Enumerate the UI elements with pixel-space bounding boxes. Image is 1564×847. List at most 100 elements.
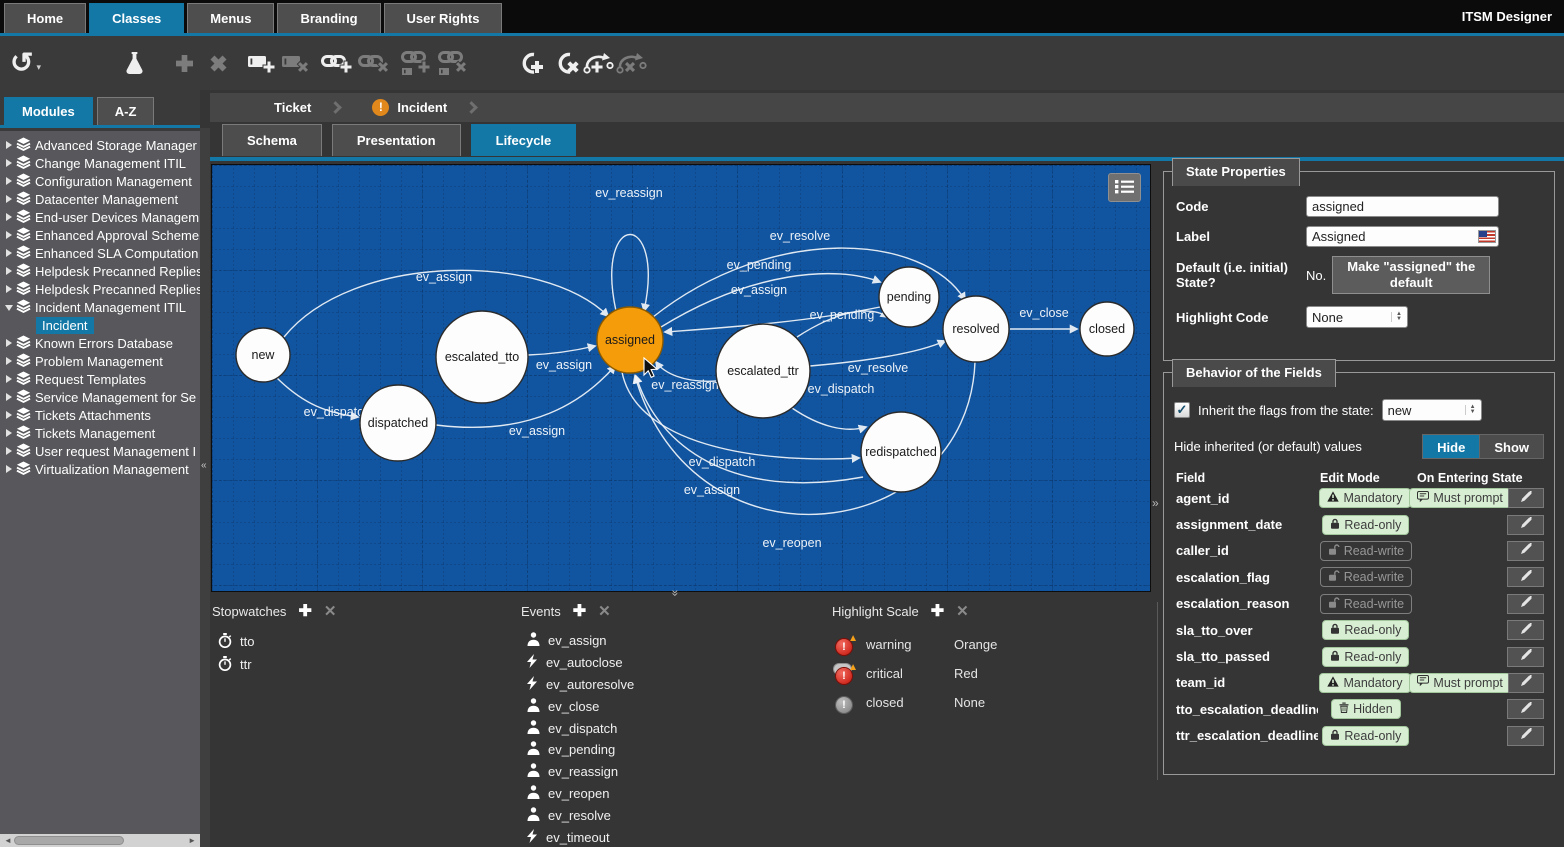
event-item-ev_resolve[interactable]: ev_resolve [521, 804, 811, 826]
expander-icon[interactable] [6, 393, 12, 401]
event-item-ev_assign[interactable]: ev_assign [521, 630, 811, 652]
sidebar-splitter[interactable]: « [200, 128, 210, 847]
transition-label[interactable]: ev_assign [536, 358, 592, 372]
delete-state-button[interactable] [551, 45, 581, 81]
nav-tab-menus[interactable]: Menus [187, 3, 274, 33]
expander-icon[interactable] [6, 429, 12, 437]
sidebar-item-enhanced-sla-computation[interactable]: Enhanced SLA Computation [0, 244, 200, 262]
event-item-ev_dispatch[interactable]: ev_dispatch [521, 717, 811, 739]
add-field-button[interactable] [247, 45, 277, 81]
test-flask-button[interactable] [119, 45, 149, 81]
expander-icon[interactable] [6, 465, 12, 473]
expander-icon[interactable] [6, 249, 12, 257]
add-stopwatch-icon[interactable]: ✚ [298, 605, 311, 619]
breadcrumb-item-ticket[interactable]: Ticket [260, 100, 325, 115]
lifecycle-canvas[interactable]: ev_reassignev_assignev_dispatchev_assign… [211, 164, 1151, 592]
expander-icon[interactable] [6, 357, 12, 365]
highlight-item-warning[interactable]: !▲warningOrange [832, 630, 1147, 659]
expander-icon[interactable] [6, 231, 12, 239]
nav-tab-classes[interactable]: Classes [89, 3, 184, 33]
edit-field-button[interactable] [1508, 673, 1544, 693]
sidebar-item-helpdesk-precanned-replies[interactable]: Helpdesk Precanned Replies [0, 280, 200, 298]
add-transition-button[interactable] [583, 45, 614, 81]
sidebar-item-incident-management-itil[interactable]: Incident Management ITIL [0, 298, 200, 316]
edit-field-button[interactable] [1507, 699, 1544, 719]
sidebar-item-advanced-storage-manager[interactable]: Advanced Storage Manager [0, 136, 200, 154]
event-item-ev_reassign[interactable]: ev_reassign [521, 761, 811, 783]
sidebar-item-configuration-management[interactable]: Configuration Management [0, 172, 200, 190]
edit-field-button[interactable] [1507, 726, 1544, 746]
expander-icon[interactable] [6, 159, 12, 167]
tab-lifecycle[interactable]: Lifecycle [471, 124, 577, 156]
sidebar-item-user-request-management-i[interactable]: User request Management I [0, 442, 200, 460]
sidebar-item-helpdesk-precanned-replies[interactable]: Helpdesk Precanned Replies [0, 262, 200, 280]
delete-field-button[interactable] [281, 45, 311, 81]
highlight-code-select[interactable]: None ▲▼ [1306, 306, 1408, 328]
delete-event-icon[interactable]: ✕ [598, 605, 611, 619]
scroll-right-icon[interactable]: ► [188, 834, 196, 847]
expander-icon[interactable] [6, 447, 12, 455]
add-state-button[interactable] [515, 45, 545, 81]
sidebar-item-change-management-itil[interactable]: Change Management ITIL [0, 154, 200, 172]
sidebar-item-service-management-for-se[interactable]: Service Management for Se [0, 388, 200, 406]
highlight-item-critical[interactable]: !▲criticalRed [832, 659, 1147, 688]
sidebar-item-datacenter-management[interactable]: Datacenter Management [0, 190, 200, 208]
transition-label[interactable]: ev_resolve [770, 229, 830, 243]
canvas-expand-right-icon[interactable]: » [1152, 496, 1159, 510]
sidebar-item-enhanced-approval-scheme[interactable]: Enhanced Approval Scheme [0, 226, 200, 244]
expander-icon[interactable] [6, 285, 12, 293]
state-label[interactable]: redispatched [865, 445, 937, 459]
expander-icon[interactable] [6, 213, 12, 221]
breadcrumb-item-incident[interactable]: !Incident [358, 99, 461, 116]
state-label[interactable]: pending [887, 290, 932, 304]
us-flag-icon[interactable] [1479, 231, 1495, 242]
state-label[interactable]: escalated_ttr [727, 364, 799, 378]
event-item-ev_autoclose[interactable]: ev_autoclose [521, 652, 811, 674]
stopwatch-item-ttr[interactable]: ttr [212, 653, 502, 676]
state-label[interactable]: closed [1089, 322, 1125, 336]
highlight-item-closed[interactable]: !closedNone [832, 688, 1147, 717]
event-item-ev_close[interactable]: ev_close [521, 695, 811, 717]
edit-field-button[interactable] [1507, 647, 1544, 667]
delete-link-button[interactable] [358, 45, 391, 81]
expander-icon[interactable] [6, 375, 12, 383]
transition-label[interactable]: ev_pending [810, 308, 875, 322]
sidebar-item-tickets-attachments[interactable]: Tickets Attachments [0, 406, 200, 424]
show-button[interactable]: Show [1480, 434, 1544, 459]
state-label[interactable]: resolved [952, 322, 999, 336]
transition-label[interactable]: ev_reopen [762, 536, 821, 550]
sidebar-tab-modules[interactable]: Modules [4, 97, 93, 125]
event-item-ev_timeout[interactable]: ev_timeout [521, 826, 811, 847]
edit-field-button[interactable] [1507, 541, 1544, 561]
nav-tab-user-rights[interactable]: User Rights [384, 3, 503, 33]
edit-field-button[interactable] [1507, 515, 1544, 535]
add-button[interactable] [169, 45, 199, 81]
delete-transition-button[interactable] [616, 45, 647, 81]
sidebar-scrollbar[interactable]: ◄ ► [0, 834, 200, 847]
add-event-icon[interactable]: ✚ [573, 605, 586, 619]
inherit-checkbox[interactable]: ✓ [1174, 402, 1190, 418]
delete-stopwatch-icon[interactable]: ✕ [324, 605, 337, 619]
event-item-ev_autoresolve[interactable]: ev_autoresolve [521, 674, 811, 696]
transition-label[interactable]: ev_close [1019, 306, 1068, 320]
scroll-left-icon[interactable]: ◄ [4, 834, 12, 847]
edit-field-button[interactable] [1507, 620, 1544, 640]
transition-label[interactable]: ev_dispatch [808, 382, 875, 396]
delete-linkset-button[interactable] [436, 45, 469, 81]
sidebar-item-request-templates[interactable]: Request Templates [0, 370, 200, 388]
event-item-ev_reopen[interactable]: ev_reopen [521, 783, 811, 805]
label-input[interactable] [1306, 226, 1499, 247]
tab-presentation[interactable]: Presentation [332, 124, 461, 156]
transition-label[interactable]: ev_assign [416, 270, 472, 284]
state-label[interactable]: assigned [605, 333, 655, 347]
sidebar-tab-a-z[interactable]: A-Z [97, 97, 155, 125]
sidebar-item-end-user-devices-managem[interactable]: End-user Devices Managem [0, 208, 200, 226]
tab-schema[interactable]: Schema [222, 124, 322, 156]
nav-tab-branding[interactable]: Branding [277, 3, 380, 33]
expander-icon[interactable] [6, 141, 12, 149]
expander-icon[interactable] [6, 339, 12, 347]
hide-button[interactable]: Hide [1422, 434, 1480, 459]
undo-button[interactable]: ↺▾ [10, 45, 41, 81]
transition-label[interactable]: ev_pending [727, 258, 792, 272]
sidebar-item-problem-management[interactable]: Problem Management [0, 352, 200, 370]
